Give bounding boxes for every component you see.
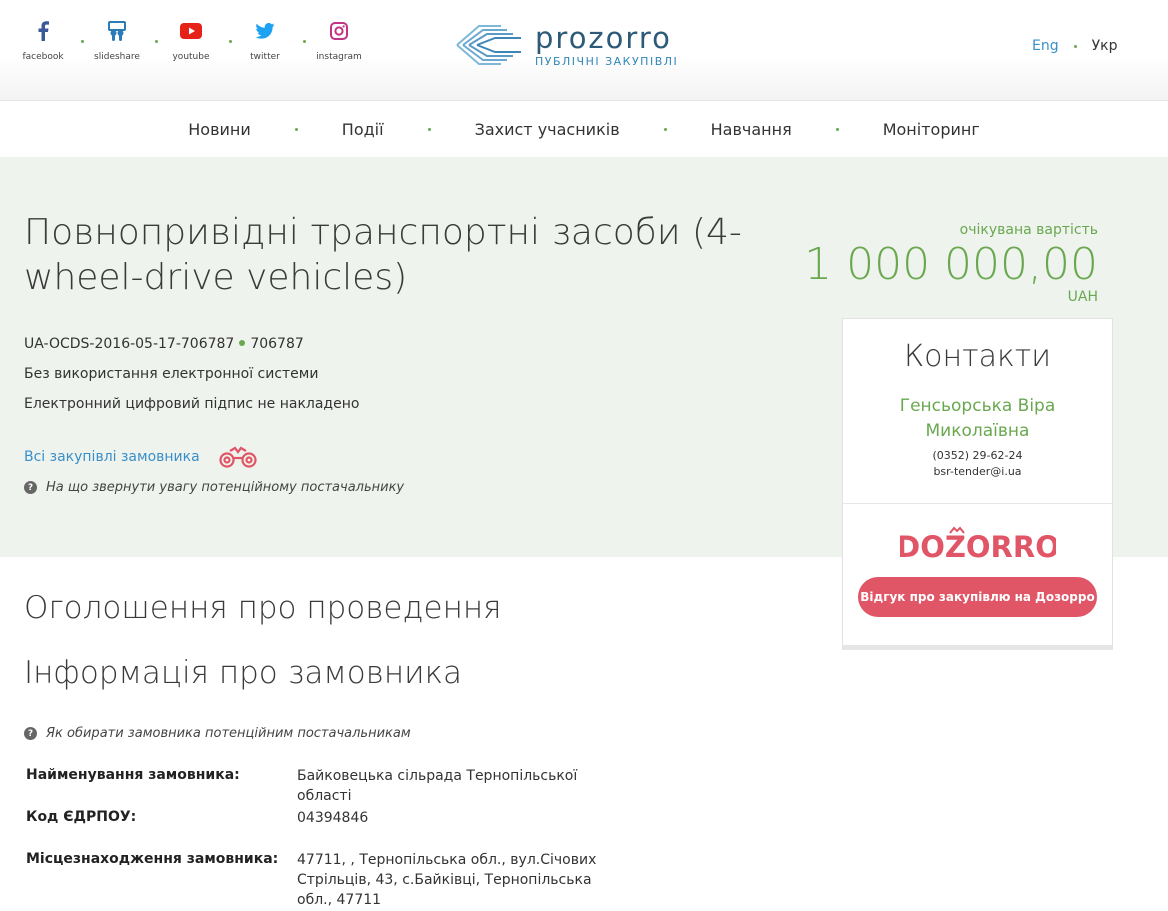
social-instagram[interactable]: instagram bbox=[314, 18, 364, 62]
customer-hint-text: Як обирати замовника потенційним постача… bbox=[46, 726, 411, 741]
social-label: slideshare bbox=[94, 52, 140, 62]
slideshare-icon bbox=[107, 18, 127, 44]
social-label: instagram bbox=[316, 52, 362, 62]
contacts-title: Контакти bbox=[903, 339, 1052, 374]
binoculars-icon bbox=[219, 446, 257, 468]
supplier-hint[interactable]: ? На що звернути увагу потенційному пост… bbox=[24, 480, 404, 495]
social-facebook[interactable]: facebook bbox=[18, 18, 84, 62]
logo-name: prozorro bbox=[535, 21, 672, 55]
signature-status: Електронний цифровий підпис не накладено bbox=[24, 396, 360, 412]
dozorro-feedback-button[interactable]: Відгук про закупівлю на Дозорро bbox=[858, 577, 1097, 617]
prozorro-logo[interactable]: prozorro ПУБЛІЧНІ ЗАКУПІВЛІ bbox=[455, 18, 678, 72]
dozorro-logo-mark: DOZORRO bbox=[900, 526, 1056, 564]
top-header: facebook slideshare youtube twitter inst… bbox=[0, 0, 1168, 101]
social-youtube[interactable]: youtube bbox=[166, 18, 232, 62]
tender-title: Повнопривідні транспортні засоби (4-whee… bbox=[24, 212, 742, 298]
customer-name-label: Найменування замовника: bbox=[26, 767, 240, 783]
customer-info-heading: Інформація про замовника bbox=[24, 655, 462, 691]
language-switcher: Eng Укр bbox=[1032, 38, 1117, 54]
tender-id-line: UA-OCDS-2016-05-17-706787 706787 bbox=[24, 336, 304, 352]
nav-item-monitoring[interactable]: Моніторинг bbox=[883, 120, 980, 139]
customer-location-value: 47711, , Тернопільська обл., вул.Січових… bbox=[297, 852, 597, 908]
question-icon: ? bbox=[24, 727, 37, 740]
svg-text:DOZORRO: DOZORRO bbox=[900, 530, 1056, 564]
lang-en-link[interactable]: Eng bbox=[1032, 38, 1059, 54]
nav-item-news[interactable]: Новини bbox=[188, 120, 251, 139]
twitter-icon bbox=[255, 18, 275, 44]
social-label: twitter bbox=[250, 52, 280, 62]
social-label: youtube bbox=[172, 52, 210, 62]
nav-item-participant-protection[interactable]: Захист учасників bbox=[475, 120, 620, 139]
all-customer-purchases-link[interactable]: Всі закупівлі замовника bbox=[24, 445, 259, 469]
announcement-heading: Оголошення про проведення bbox=[24, 590, 502, 626]
expected-value: очікувана вартість 1 000 000,00 UAH bbox=[804, 222, 1098, 304]
contact-phone[interactable]: (0352) 29-62-24 bbox=[843, 448, 1112, 464]
supplier-hint-text: На що звернути увагу потенційному постач… bbox=[46, 480, 405, 495]
main-nav: Новини Події Захист учасників Навчання М… bbox=[0, 101, 1168, 157]
social-slideshare[interactable]: slideshare bbox=[92, 18, 158, 62]
customer-location-label: Місцезнаходження замовника: bbox=[26, 851, 279, 867]
contact-name: Генсьорська Віра Миколаївна bbox=[899, 396, 1056, 441]
youtube-icon bbox=[180, 18, 202, 44]
edrpou-label: Код ЄДРПОУ: bbox=[26, 809, 137, 825]
social-label: facebook bbox=[22, 52, 64, 62]
expected-value-amount: 1 000 000,00 bbox=[804, 239, 1098, 290]
question-icon: ? bbox=[24, 481, 37, 494]
procedure-type: Без використання електронної системи bbox=[24, 366, 319, 382]
contacts-card: Контакти Генсьорська Віра Миколаївна (03… bbox=[842, 318, 1113, 650]
nav-item-events[interactable]: Події bbox=[342, 120, 384, 139]
social-links: facebook slideshare youtube twitter inst… bbox=[18, 18, 364, 62]
all-purchases-label: Всі закупівлі замовника bbox=[24, 449, 200, 465]
lang-uk-link[interactable]: Укр bbox=[1092, 38, 1118, 54]
expected-value-currency: UAH bbox=[1067, 289, 1098, 305]
customer-name-value: Байковецька сільрада Тернопільської обла… bbox=[297, 768, 578, 804]
expected-value-label: очікувана вартість bbox=[959, 222, 1098, 238]
logo-subtitle: ПУБЛІЧНІ ЗАКУПІВЛІ bbox=[535, 55, 679, 68]
instagram-icon bbox=[330, 18, 348, 44]
dozorro-logo: DOZORRO bbox=[843, 524, 1112, 564]
edrpou-value: 04394846 bbox=[297, 810, 369, 826]
social-twitter[interactable]: twitter bbox=[240, 18, 306, 62]
facebook-icon bbox=[37, 18, 49, 44]
tender-id: UA-OCDS-2016-05-17-706787 bbox=[24, 336, 235, 352]
tender-short-id: 706787 bbox=[250, 336, 304, 352]
customer-hint[interactable]: ? Як обирати замовника потенційним поста… bbox=[24, 726, 411, 741]
prozorro-logo-mark-icon bbox=[456, 25, 521, 65]
contact-email[interactable]: bsr-tender@i.ua bbox=[843, 464, 1112, 480]
nav-item-training[interactable]: Навчання bbox=[711, 120, 792, 139]
